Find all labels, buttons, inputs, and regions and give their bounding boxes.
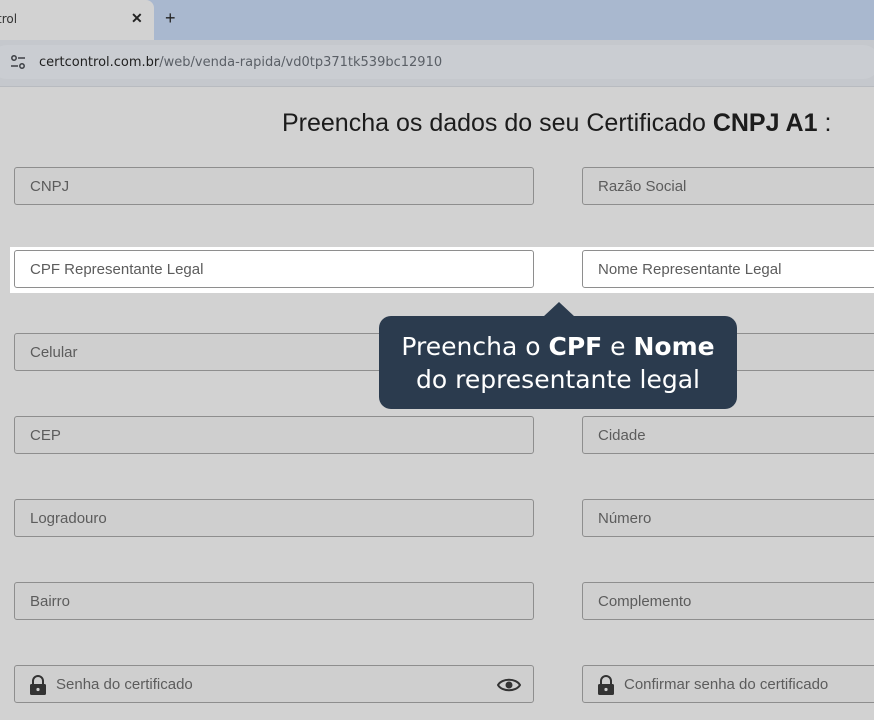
close-icon[interactable]: ✕ [131, 10, 143, 27]
page-content: Preencha os dados do seu Certificado CNP… [0, 87, 874, 720]
eye-icon[interactable] [497, 677, 521, 693]
tooltip-arrow [543, 302, 575, 317]
nome-representante-placeholder: Nome Representante Legal [598, 261, 782, 278]
tooltip-text: e [602, 332, 634, 361]
razao-social-placeholder: Razão Social [598, 178, 687, 195]
tutorial-tooltip: Preencha o CPF e Nome do representante l… [379, 316, 737, 409]
tooltip-cpf: CPF [548, 332, 603, 361]
senha-placeholder: Senha do certificado [56, 676, 193, 693]
site-settings-icon[interactable] [9, 53, 27, 71]
confirmar-senha-field[interactable]: Confirmar senha do certificado [582, 665, 874, 703]
tooltip-line-1: Preencha o CPF e Nome [379, 330, 737, 363]
cep-placeholder: CEP [30, 427, 61, 444]
plus-icon[interactable]: + [165, 8, 176, 29]
nome-representante-field[interactable]: Nome Representante Legal [582, 250, 874, 288]
cidade-field[interactable]: Cidade [582, 416, 874, 454]
page-title: Preencha os dados do seu Certificado CNP… [282, 109, 831, 138]
complemento-field[interactable]: Complemento [582, 582, 874, 620]
bairro-field[interactable]: Bairro [14, 582, 534, 620]
browser-tab[interactable]: trol ✕ [0, 0, 154, 40]
razao-social-field[interactable]: Razão Social [582, 167, 874, 205]
numero-placeholder: Número [598, 510, 652, 527]
title-suffix: : [817, 109, 832, 137]
title-prefix: Preencha os dados do seu Certificado [282, 109, 713, 137]
cep-field[interactable]: CEP [14, 416, 534, 454]
tab-title: trol [0, 12, 18, 26]
complemento-placeholder: Complemento [598, 593, 692, 610]
browser-toolbar: certcontrol.com.br/web/venda-rapida/vd0t… [0, 40, 874, 87]
cnpj-placeholder: CNPJ [30, 178, 70, 195]
tooltip-text: Preencha o [401, 332, 549, 361]
senha-field[interactable]: Senha do certificado [14, 665, 534, 703]
numero-field[interactable]: Número [582, 499, 874, 537]
tooltip-nome: Nome [633, 332, 715, 361]
logradouro-field[interactable]: Logradouro [14, 499, 534, 537]
url-text[interactable]: certcontrol.com.br/web/venda-rapida/vd0t… [39, 55, 442, 70]
cidade-placeholder: Cidade [598, 427, 646, 444]
cnpj-field[interactable]: CNPJ [14, 167, 534, 205]
bairro-placeholder: Bairro [30, 593, 71, 610]
logradouro-placeholder: Logradouro [30, 510, 107, 527]
lock-icon [30, 675, 46, 695]
tab-strip: trol ✕ + [0, 0, 874, 40]
title-product: CNPJ A1 [712, 109, 818, 137]
url-domain: certcontrol.com.br [39, 55, 160, 70]
cpf-representante-field[interactable]: CPF Representante Legal [14, 250, 534, 288]
url-path: /web/venda-rapida/vd0tp371tk539bc12910 [159, 55, 443, 70]
lock-icon [598, 675, 614, 695]
tooltip-line-2: do representante legal [415, 365, 700, 394]
confirmar-senha-placeholder: Confirmar senha do certificado [624, 676, 829, 693]
celular-placeholder: Celular [30, 344, 78, 361]
cpf-representante-placeholder: CPF Representante Legal [30, 261, 204, 278]
address-bar[interactable]: certcontrol.com.br/web/venda-rapida/vd0t… [0, 45, 874, 79]
